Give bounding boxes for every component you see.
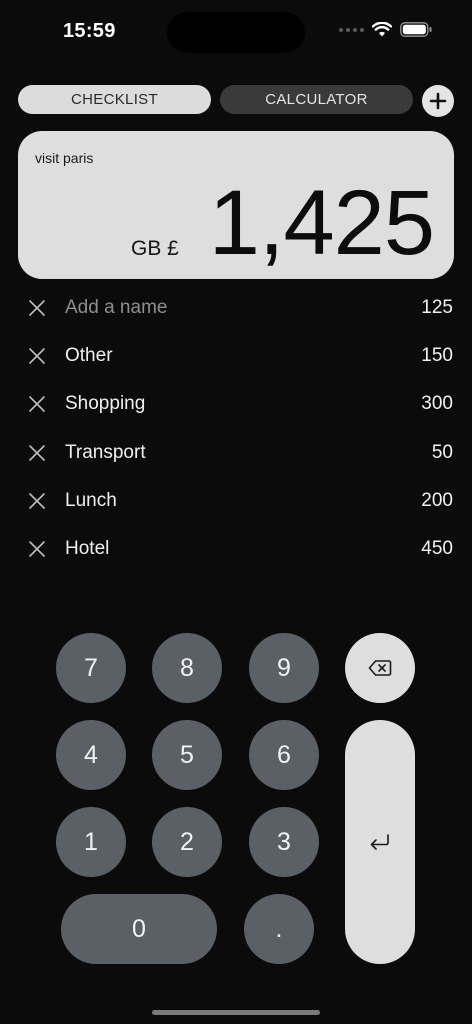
expense-amount[interactable]: 50 xyxy=(432,442,453,464)
close-icon[interactable] xyxy=(28,299,46,317)
signal-dots-icon xyxy=(339,27,364,32)
close-icon[interactable] xyxy=(28,444,46,462)
return-icon xyxy=(370,834,389,850)
backspace-button[interactable] xyxy=(345,633,415,703)
currency-label[interactable]: GB £ xyxy=(131,237,179,261)
expense-name-input[interactable]: Add a name xyxy=(65,297,167,319)
list-item[interactable]: Transport 50 xyxy=(0,433,472,473)
expense-amount[interactable]: 300 xyxy=(421,393,453,415)
list-item[interactable]: Lunch 200 xyxy=(0,481,472,521)
list-item[interactable]: Hotel 450 xyxy=(0,529,472,569)
close-icon[interactable] xyxy=(28,395,46,413)
status-icons xyxy=(339,22,432,37)
battery-icon xyxy=(400,22,432,37)
list-item[interactable]: Add a name 125 xyxy=(0,288,472,328)
plus-icon xyxy=(429,92,447,110)
expense-amount[interactable]: 150 xyxy=(421,345,453,367)
key-decimal[interactable]: . xyxy=(244,894,314,964)
wifi-icon xyxy=(372,22,392,37)
key-5[interactable]: 5 xyxy=(152,720,222,790)
tab-checklist[interactable]: CHECKLIST xyxy=(18,85,211,114)
key-2[interactable]: 2 xyxy=(152,807,222,877)
tab-checklist-label: CHECKLIST xyxy=(71,91,158,108)
key-8[interactable]: 8 xyxy=(152,633,222,703)
backspace-icon xyxy=(368,660,392,676)
key-7[interactable]: 7 xyxy=(56,633,126,703)
total-card: visit paris GB £ 1,425 xyxy=(18,131,454,279)
close-icon[interactable] xyxy=(28,492,46,510)
expense-amount[interactable]: 450 xyxy=(421,538,453,560)
tab-calculator[interactable]: CALCULATOR xyxy=(220,85,413,114)
key-9[interactable]: 9 xyxy=(249,633,319,703)
expense-name[interactable]: Shopping xyxy=(65,393,145,415)
expense-amount[interactable]: 125 xyxy=(421,297,453,319)
expense-amount[interactable]: 200 xyxy=(421,490,453,512)
key-4[interactable]: 4 xyxy=(56,720,126,790)
trip-name[interactable]: visit paris xyxy=(35,150,93,166)
close-icon[interactable] xyxy=(28,347,46,365)
add-button[interactable] xyxy=(422,85,454,117)
key-0[interactable]: 0 xyxy=(61,894,217,964)
tab-calculator-label: CALCULATOR xyxy=(265,91,368,108)
expense-name[interactable]: Hotel xyxy=(65,538,109,560)
expense-name[interactable]: Lunch xyxy=(65,490,117,512)
home-indicator[interactable] xyxy=(152,1010,320,1015)
list-item[interactable]: Other 150 xyxy=(0,336,472,376)
list-item[interactable]: Shopping 300 xyxy=(0,384,472,424)
close-icon[interactable] xyxy=(28,540,46,558)
key-6[interactable]: 6 xyxy=(249,720,319,790)
enter-button[interactable] xyxy=(345,720,415,964)
status-time: 15:59 xyxy=(63,20,116,42)
key-1[interactable]: 1 xyxy=(56,807,126,877)
dynamic-island xyxy=(167,12,305,53)
total-amount: 1,425 xyxy=(208,172,435,274)
expense-name[interactable]: Other xyxy=(65,345,113,367)
expense-name[interactable]: Transport xyxy=(65,442,146,464)
key-3[interactable]: 3 xyxy=(249,807,319,877)
